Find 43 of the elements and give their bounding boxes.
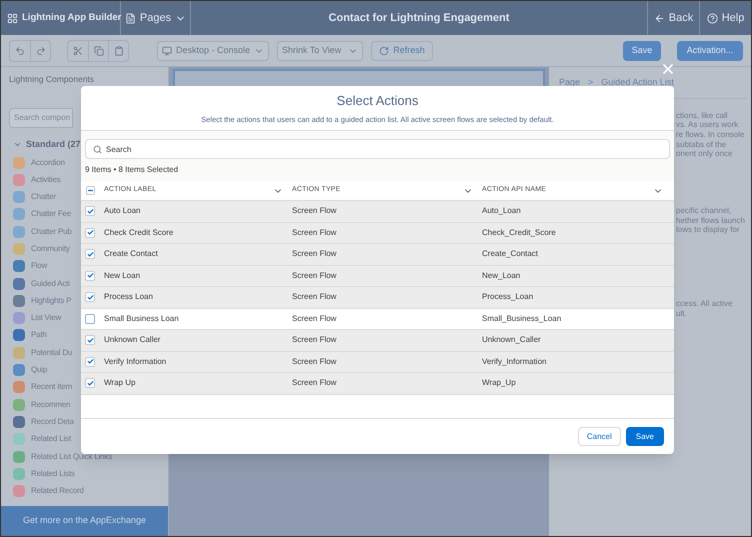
- table-cell-text: Check Credit Score: [103, 226, 174, 239]
- page-title: Contact for Lightning Engagement: [328, 10, 510, 26]
- table-cell-text: Screen Flow: [291, 291, 338, 304]
- modal-title: Select Actions: [336, 92, 418, 110]
- table-cell-text: Screen Flow: [291, 205, 338, 218]
- table-cell-text: Create Contact: [103, 248, 159, 260]
- description-text: ccess. All active: [676, 299, 734, 309]
- table-cell-text: Screen Flow: [291, 334, 338, 346]
- table-cell-text: Screen Flow: [291, 312, 338, 325]
- table-cell-text: Screen Flow: [291, 226, 338, 239]
- table-cell-text: Wrap Up: [103, 377, 136, 390]
- table-cell-text: Unknown_Caller: [481, 334, 542, 346]
- selection-count: 9 Items • 8 Items Selected: [85, 164, 180, 176]
- description-text: ctions, like call: [676, 110, 729, 120]
- table-cell-text: Auto_Loan: [481, 205, 522, 218]
- description-text: pecific channel,: [676, 206, 732, 216]
- description-text: ult.: [676, 308, 688, 319]
- table-cell-text: Create_Contact: [481, 248, 540, 260]
- table-cell-text: Process Loan: [103, 291, 154, 304]
- table-cell-text: Screen Flow: [291, 377, 338, 390]
- app-name: Lightning App Builder: [22, 10, 122, 25]
- table-cell-text: Screen Flow: [291, 248, 338, 260]
- table-cell-text: Screen Flow: [291, 270, 338, 282]
- table-cell-text: Small Business Loan: [103, 312, 180, 325]
- description-text: vs. As users work: [676, 120, 740, 130]
- description-text: re flows. In console: [676, 130, 746, 140]
- description-text: lows to display for: [676, 225, 741, 236]
- description-text: hether flows launch: [676, 216, 746, 226]
- table-cell-text: Auto Loan: [103, 205, 142, 218]
- table-cell-text: Small_Business_Loan: [481, 312, 562, 325]
- table-cell-text: New Loan: [103, 270, 142, 282]
- table-cell-text: Screen Flow: [291, 356, 338, 368]
- description-text: subtabs of the: [676, 140, 728, 150]
- table-cell-text: New_Loan: [481, 270, 522, 282]
- table-cell-text: Verify Information: [103, 356, 168, 368]
- table-cell-text: Check_Credit_Score: [481, 226, 557, 239]
- section-title: Standard (27: [26, 138, 81, 151]
- table-cell-text: Process_Loan: [481, 291, 534, 304]
- panel-title: Lightning Components: [8, 74, 96, 84]
- description-text: onent only once: [676, 149, 734, 160]
- table-cell-text: Wrap_Up: [481, 377, 517, 390]
- table-cell-text: Unknown Caller: [103, 334, 162, 346]
- table-cell-text: Verify_Information: [481, 356, 548, 368]
